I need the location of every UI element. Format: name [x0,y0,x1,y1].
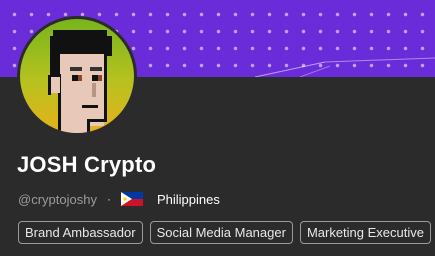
profile-meta: @cryptojoshy · Philippines [18,190,220,208]
meta-separator: · [106,192,111,206]
avatar[interactable] [17,16,137,136]
profile-handle[interactable]: @cryptojoshy [18,192,97,207]
profile-country: Philippines [156,191,220,207]
profile-name: JOSH Crypto [17,152,157,177]
philippines-flag-icon [120,192,143,206]
tag-brand-ambassador[interactable]: Brand Ambassador [18,221,143,244]
tag-social-media-manager[interactable]: Social Media Manager [149,221,293,244]
tag-marketing-executive[interactable]: Marketing Executive [299,221,431,244]
pixel-punk-avatar-icon [48,30,112,133]
profile-tags: Brand Ambassador Social Media Manager Ma… [18,221,431,244]
